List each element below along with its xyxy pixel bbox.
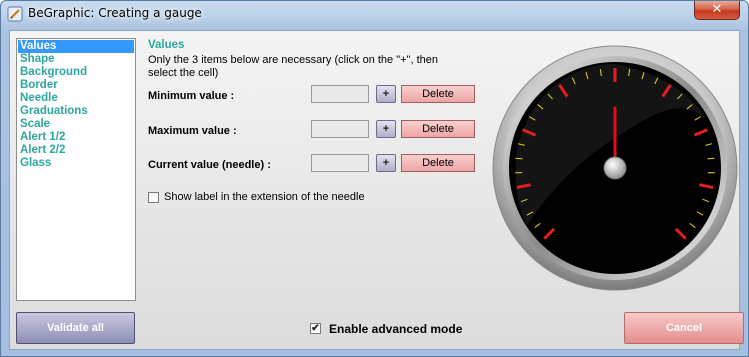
maximum-value-delete-button[interactable]: Delete — [401, 120, 475, 138]
current-value-delete-button[interactable]: Delete — [401, 154, 475, 172]
section-description: Only the 3 items below are necessary (cl… — [148, 54, 438, 79]
advanced-mode-checkbox[interactable]: ✔ — [310, 323, 321, 334]
pen-icon — [7, 6, 23, 22]
section-item-alert-1[interactable]: Alert 1/2 — [17, 131, 135, 144]
advanced-mode-label: Enable advanced mode — [329, 322, 463, 336]
section-item-graduations[interactable]: Graduations — [17, 105, 135, 118]
section-title: Values — [148, 39, 185, 51]
minimum-value-plus-button[interactable]: + — [376, 85, 396, 103]
minimum-value-field[interactable] — [311, 85, 369, 103]
section-item-background[interactable]: Background — [17, 66, 135, 79]
minor-tick — [515, 157, 523, 160]
section-item-shape[interactable]: Shape — [17, 53, 135, 66]
gauge-preview — [492, 45, 738, 291]
dialog-window: BeGraphic: Creating a gauge ✕ Values Sha… — [0, 0, 749, 357]
section-item-scale[interactable]: Scale — [17, 118, 135, 131]
section-item-glass[interactable]: Glass — [17, 157, 135, 170]
minimum-value-label: Minimum value : — [148, 90, 235, 102]
title-bar: BeGraphic: Creating a gauge ✕ — [1, 1, 748, 28]
minimum-value-delete-button[interactable]: Delete — [401, 85, 475, 103]
window-title: BeGraphic: Creating a gauge — [28, 6, 202, 20]
checkmark-icon: ✔ — [311, 323, 320, 334]
gauge-hub — [603, 156, 627, 180]
minor-tick — [707, 157, 715, 160]
section-item-alert-2[interactable]: Alert 2/2 — [17, 144, 135, 157]
section-item-needle[interactable]: Needle — [17, 92, 135, 105]
current-value-field[interactable] — [311, 154, 369, 172]
maximum-value-field[interactable] — [311, 120, 369, 138]
section-item-border[interactable]: Border — [17, 79, 135, 92]
cancel-button[interactable]: Cancel — [624, 312, 744, 344]
current-value-plus-button[interactable]: + — [376, 154, 396, 172]
show-label-checkbox-label: Show label in the extension of the needl… — [164, 191, 365, 203]
section-item-values[interactable]: Values — [18, 40, 134, 53]
close-icon: ✕ — [711, 2, 723, 17]
show-label-checkbox[interactable] — [148, 192, 159, 203]
validate-all-button[interactable]: Validate all — [16, 312, 135, 344]
close-button[interactable]: ✕ — [694, 1, 740, 20]
section-list[interactable]: Values Shape Background Border Needle Gr… — [16, 38, 136, 301]
maximum-value-plus-button[interactable]: + — [376, 120, 396, 138]
maximum-value-label: Maximum value : — [148, 125, 237, 137]
current-value-label: Current value (needle) : — [148, 159, 271, 171]
